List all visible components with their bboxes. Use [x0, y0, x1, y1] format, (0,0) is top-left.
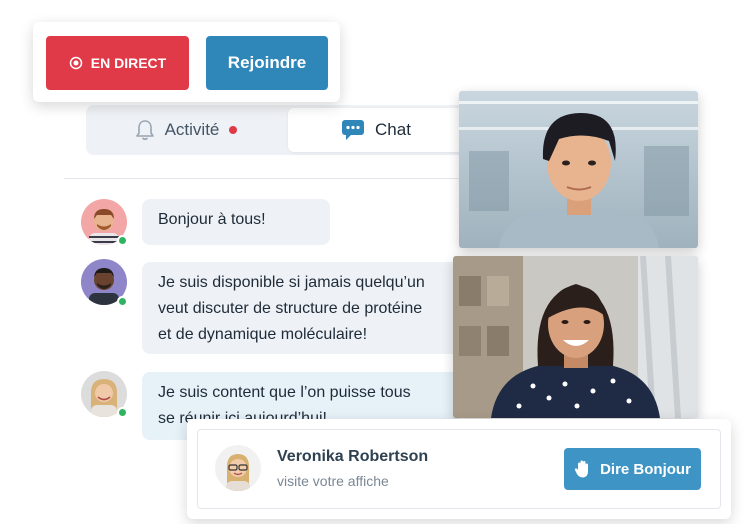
visitor-name: Veronika Robertson	[277, 448, 429, 465]
message-line: et de dynamique moléculaire!	[158, 326, 368, 343]
tab-activity-label: Activité	[164, 120, 220, 139]
visitor-card-inner: Veronika Robertson visite votre affiche …	[197, 429, 721, 509]
live-label: EN DIRECT	[90, 55, 167, 71]
online-indicator	[117, 296, 128, 307]
tab-chat-label: Chat	[375, 120, 411, 139]
say-hello-button[interactable]: Dire Bonjour	[564, 448, 701, 490]
message-bubble: Bonjour à tous!	[142, 199, 330, 245]
live-button[interactable]: EN DIRECT	[46, 36, 189, 90]
live-session-card: EN DIRECT Rejoindre	[33, 22, 340, 102]
message-line: veut discuter de structure de protéine	[158, 300, 423, 317]
message-text: Bonjour à tous!	[158, 211, 266, 228]
tab-activity[interactable]: Activité	[86, 108, 286, 152]
message-line: Je suis content que l’on puisse tous	[158, 384, 411, 401]
wave-hand-icon	[574, 460, 589, 478]
participant-video[interactable]	[453, 256, 698, 418]
live-icon	[69, 56, 83, 70]
message-bubble: Je suis disponible si jamais quelqu’un v…	[142, 262, 460, 354]
visitor-card: Veronika Robertson visite votre affiche …	[187, 419, 731, 519]
chat-bubble-icon	[342, 120, 365, 140]
online-indicator	[117, 407, 128, 418]
tab-chat[interactable]: Chat	[288, 108, 464, 152]
participant-video[interactable]	[459, 91, 698, 248]
join-button[interactable]: Rejoindre	[206, 36, 328, 90]
visitor-subtitle: visite votre affiche	[277, 473, 389, 489]
notification-dot	[229, 126, 238, 134]
say-hello-label: Dire Bonjour	[600, 460, 691, 478]
visitor-avatar[interactable]	[215, 445, 261, 491]
online-indicator	[117, 235, 128, 246]
tab-bar: Activité Chat	[86, 105, 466, 155]
bell-icon	[135, 120, 154, 141]
divider	[64, 178, 460, 179]
message-line: Je suis disponible si jamais quelqu’un	[158, 274, 425, 291]
